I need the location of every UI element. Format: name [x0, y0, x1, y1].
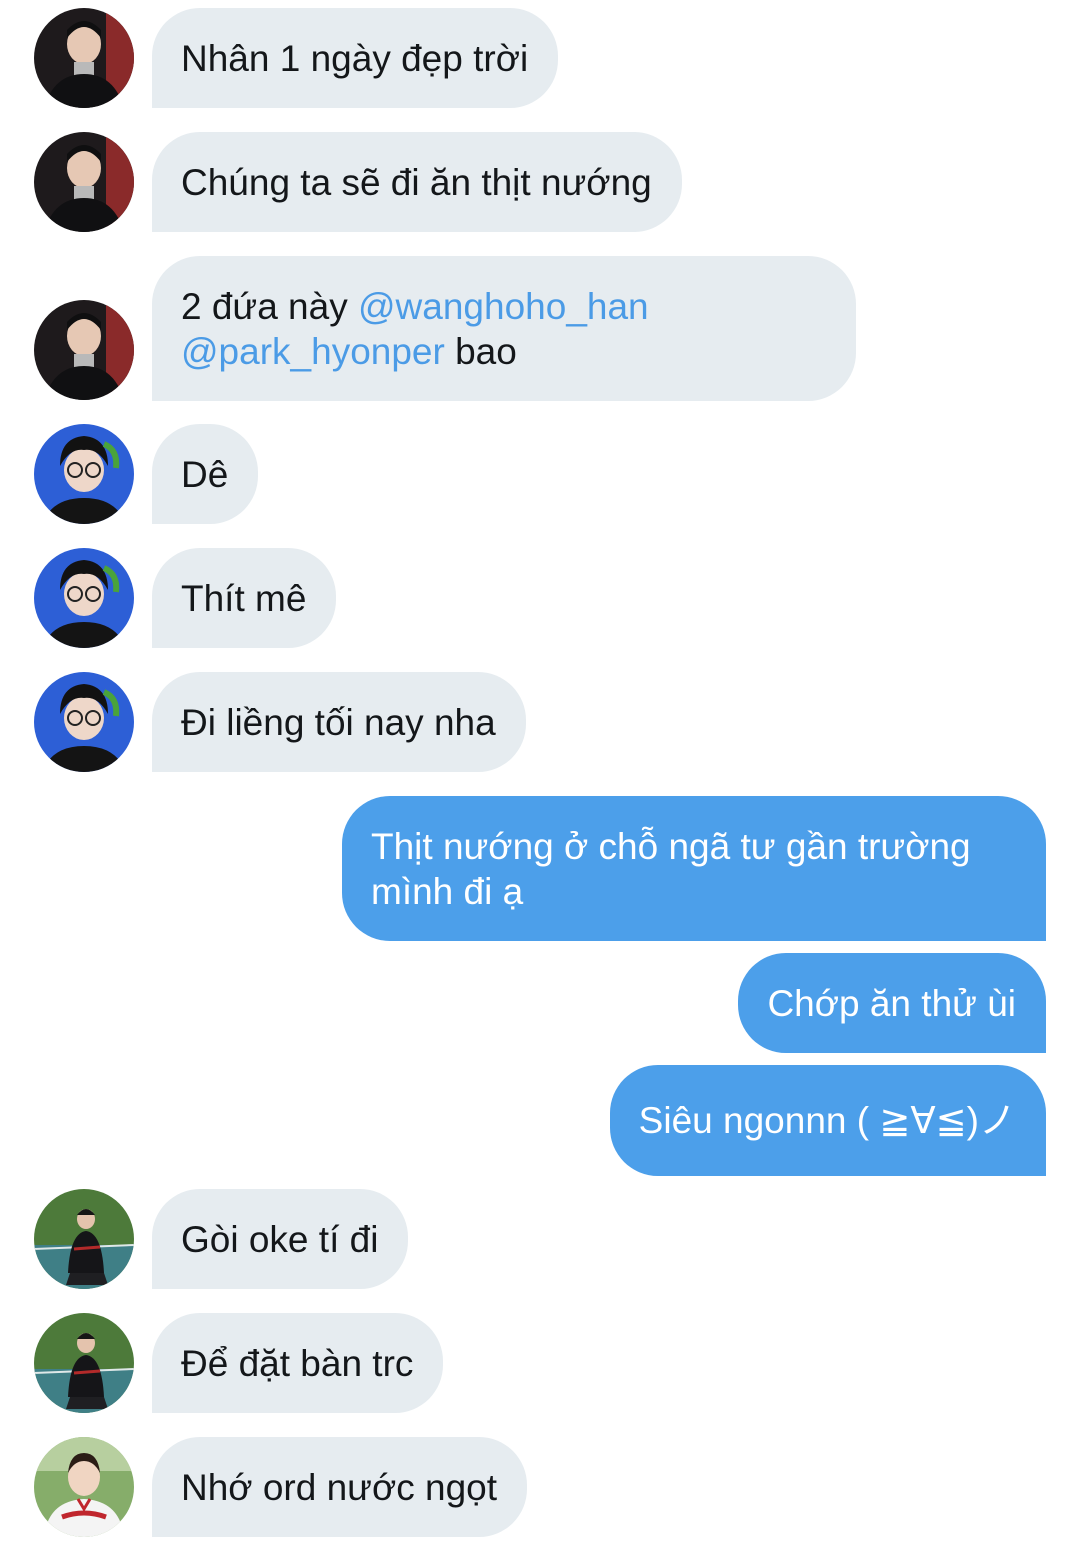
sent-message-bubble[interactable]: Siêu ngonnn ( ≧∀≦)ノ: [609, 1065, 1046, 1176]
message-bubble[interactable]: Đi liềng tối nay nha: [152, 672, 526, 772]
user-a-avatar[interactable]: [34, 132, 134, 232]
user-c-avatar[interactable]: [34, 1189, 134, 1289]
mention-link[interactable]: @wanghoho_han: [358, 286, 649, 327]
message-text: Gòi oke tí đi: [181, 1219, 379, 1260]
sent-message-bubble[interactable]: Chớp ăn thử ùi: [738, 953, 1046, 1053]
message-bubble[interactable]: Nhân 1 ngày đẹp trời: [152, 8, 559, 108]
message-text: Nhớ ord nước ngọt: [181, 1467, 497, 1508]
sent-message-bubble[interactable]: Thịt nướng ở chỗ ngã tư gần trường mình …: [342, 796, 1046, 941]
message-bubble[interactable]: Thít mê: [152, 548, 337, 648]
user-b-avatar[interactable]: [34, 672, 134, 772]
user-b-avatar[interactable]: [34, 424, 134, 524]
user-c-avatar[interactable]: [34, 1313, 134, 1413]
message-text: Chúng ta sẽ đi ăn thịt nướng: [181, 162, 652, 203]
user-a-avatar[interactable]: [34, 8, 134, 108]
mention-link[interactable]: @park_hyonper: [181, 331, 445, 372]
message-text: Đi liềng tối nay nha: [181, 702, 496, 743]
message-bubble[interactable]: Dê: [152, 424, 259, 524]
message-bubble[interactable]: Để đặt bàn trc: [152, 1313, 444, 1413]
message-text: Nhân 1 ngày đẹp trời: [181, 38, 529, 79]
message-text: Chớp ăn thử ùi: [767, 983, 1016, 1024]
message-text: bao: [444, 331, 517, 372]
message-text: Thịt nướng ở chỗ ngã tư gần trường mình …: [371, 826, 971, 912]
message-bubble[interactable]: Nhớ ord nước ngọt: [152, 1437, 527, 1537]
message-bubble[interactable]: Gòi oke tí đi: [152, 1189, 409, 1289]
message-bubble[interactable]: Chúng ta sẽ đi ăn thịt nướng: [152, 132, 682, 232]
message-text: Dê: [181, 454, 229, 495]
message-bubble[interactable]: 2 đứa này @wanghoho_han @park_hyonper ba…: [152, 256, 856, 401]
message-text: Siêu ngonnn ( ≧∀≦)ノ: [638, 1100, 1016, 1141]
message-text: 2 đứa này: [181, 286, 358, 327]
message-text: Thít mê: [181, 578, 307, 619]
user-b-avatar[interactable]: [34, 548, 134, 648]
user-a-avatar[interactable]: [34, 300, 134, 400]
message-thread: Nhân 1 ngày đẹp trời Chúng ta sẽ đi ăn t…: [0, 0, 1080, 1552]
message-text: Để đặt bàn trc: [181, 1343, 414, 1384]
user-d-avatar[interactable]: [34, 1437, 134, 1537]
